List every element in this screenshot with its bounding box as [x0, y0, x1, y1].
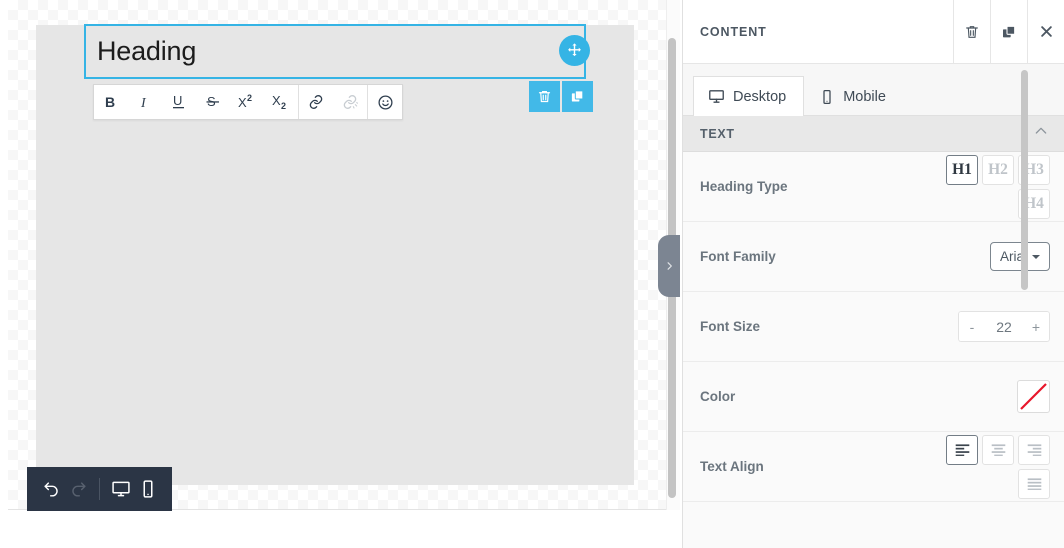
- panel-title: CONTENT: [700, 24, 767, 39]
- chevron-up-icon[interactable]: [1033, 123, 1049, 144]
- preview-toolbar[interactable]: [27, 467, 172, 511]
- font-family-dropdown[interactable]: Arial: [989, 242, 1050, 271]
- chevron-right-icon[interactable]: [658, 235, 680, 297]
- desktop-icon[interactable]: [109, 474, 133, 504]
- svg-text:B: B: [105, 95, 115, 110]
- mobile-icon: [819, 89, 835, 105]
- svg-text:I: I: [140, 96, 147, 110]
- heading-edit-box[interactable]: Heading: [84, 24, 586, 79]
- content-settings-panel: CONTENT Desktop Mobile TEXT Heading Type…: [682, 0, 1064, 548]
- panel-scrollbar-thumb[interactable]: [1021, 70, 1028, 290]
- move-icon[interactable]: [559, 35, 590, 66]
- chevron-down-icon: [1032, 254, 1040, 259]
- smiley-icon[interactable]: [368, 85, 402, 119]
- close-icon[interactable]: [1027, 0, 1064, 64]
- section-text-label: TEXT: [700, 126, 735, 141]
- tab-desktop[interactable]: Desktop: [693, 76, 805, 116]
- font-size-decrement[interactable]: -: [958, 311, 985, 342]
- property-heading-type: Heading Type H1 H2 H3 H4: [683, 152, 1064, 222]
- heading-type-options: H1 H2 H3 H4: [912, 154, 1050, 219]
- font-size-value[interactable]: 22: [985, 311, 1023, 342]
- emoji-group: [368, 85, 402, 119]
- text-align-justify[interactable]: [1018, 468, 1050, 499]
- font-size-increment[interactable]: +: [1023, 311, 1050, 342]
- heading-text[interactable]: Heading: [86, 38, 196, 65]
- bold-icon[interactable]: B: [94, 85, 128, 119]
- text-align-options: [912, 434, 1050, 499]
- panel-header: CONTENT: [683, 0, 1064, 64]
- italic-icon[interactable]: I: [128, 85, 162, 119]
- canvas-area: Heading B I U X 2 X 2: [0, 0, 681, 548]
- svg-text:2: 2: [247, 94, 252, 103]
- svg-text:X: X: [272, 94, 281, 108]
- heading-type-h2[interactable]: H2: [982, 154, 1014, 185]
- tab-desktop-label: Desktop: [733, 88, 787, 105]
- color-control: [912, 380, 1050, 413]
- panel-properties-body: Heading Type H1 H2 H3 H4 Font Family Ari…: [683, 152, 1064, 548]
- svg-text:U: U: [173, 94, 182, 108]
- heading-type-label: Heading Type: [700, 179, 788, 194]
- heading-type-h1[interactable]: H1: [946, 154, 978, 185]
- unlink-icon[interactable]: [333, 85, 367, 119]
- font-size-stepper: - 22 +: [958, 311, 1050, 342]
- svg-text:X: X: [238, 95, 247, 110]
- app-root: Heading B I U X 2 X 2 CONTENT Desktop Mo…: [0, 0, 1064, 548]
- svg-text:2: 2: [281, 101, 286, 110]
- text-align-left[interactable]: [946, 434, 978, 465]
- rich-text-toolbar[interactable]: B I U S: [93, 84, 403, 120]
- font-size-control: - 22 +: [912, 311, 1050, 342]
- toolbar-divider: [99, 478, 100, 500]
- link-group: [299, 85, 367, 119]
- text-align-label: Text Align: [700, 459, 764, 474]
- link-icon[interactable]: [299, 85, 333, 119]
- trash-icon[interactable]: [953, 0, 990, 64]
- panel-header-actions: [953, 0, 1064, 64]
- strikethrough-icon[interactable]: S: [196, 85, 230, 119]
- trash-icon[interactable]: [529, 81, 560, 112]
- desktop-icon: [708, 88, 725, 105]
- property-text-align: Text Align: [683, 432, 1064, 502]
- underline-icon[interactable]: U: [162, 85, 196, 119]
- undo-icon[interactable]: [39, 474, 63, 504]
- duplicate-icon[interactable]: [562, 81, 593, 112]
- tab-mobile[interactable]: Mobile: [804, 76, 904, 116]
- color-swatch[interactable]: [1017, 380, 1050, 413]
- font-family-control: Arial: [912, 242, 1050, 271]
- color-label: Color: [700, 389, 736, 404]
- section-header-text[interactable]: TEXT: [683, 116, 1064, 152]
- text-align-center[interactable]: [982, 434, 1014, 465]
- property-font-family: Font Family Arial: [683, 222, 1064, 292]
- subscript-icon[interactable]: X 2: [264, 85, 298, 119]
- mobile-icon[interactable]: [136, 474, 160, 504]
- block-action-buttons: [529, 81, 593, 112]
- device-tabs: Desktop Mobile: [683, 64, 1064, 116]
- superscript-icon[interactable]: X 2: [230, 85, 264, 119]
- duplicate-icon[interactable]: [990, 0, 1027, 64]
- heading-element-wrapper: Heading: [84, 24, 590, 79]
- tab-mobile-label: Mobile: [843, 88, 886, 105]
- property-color: Color: [683, 362, 1064, 432]
- property-font-size: Font Size - 22 +: [683, 292, 1064, 362]
- text-align-right[interactable]: [1018, 434, 1050, 465]
- font-family-label: Font Family: [700, 249, 776, 264]
- text-style-group: B I U S: [94, 85, 298, 119]
- font-size-label: Font Size: [700, 319, 760, 334]
- redo-icon[interactable]: [66, 474, 90, 504]
- canvas-viewport[interactable]: Heading B I U X 2 X 2: [8, 0, 672, 511]
